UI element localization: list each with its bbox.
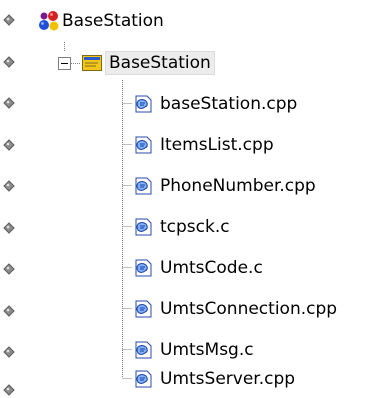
tree-node-label: UmtsMsg.c: [160, 340, 254, 360]
project-workspace-icon: [39, 11, 59, 31]
tree-node-project[interactable]: BaseStation: [58, 46, 215, 80]
source-file-icon: [135, 218, 152, 236]
tree-node-file[interactable]: tcpsck.c: [132, 210, 232, 244]
tree-node-label: baseStation.cpp: [160, 94, 298, 114]
tree-node-file[interactable]: baseStation.cpp: [132, 87, 299, 121]
project-folder-icon: [82, 55, 102, 71]
tree-node-label: UmtsServer.cpp: [160, 369, 296, 389]
tree-node-label: UmtsConnection.cpp: [160, 299, 338, 319]
tree-node-label-selected: BaseStation: [105, 51, 215, 75]
tree-node-file[interactable]: UmtsCode.c: [132, 251, 265, 285]
source-file-icon: [135, 136, 152, 154]
tree-node-label: UmtsCode.c: [160, 258, 263, 278]
source-file-icon: [135, 95, 152, 113]
tree-node-file[interactable]: UmtsServer.cpp: [132, 362, 297, 396]
tree-node-label: BaseStation: [62, 11, 164, 31]
tree-node-file[interactable]: UmtsConnection.cpp: [132, 292, 339, 326]
source-file-icon: [135, 300, 152, 318]
tree-node-label: ItemsList.cpp: [160, 135, 274, 155]
source-file-icon: [135, 259, 152, 277]
source-file-icon: [135, 341, 152, 359]
source-file-icon: [135, 177, 152, 195]
collapse-minus-icon[interactable]: [58, 56, 71, 70]
tree-node-file[interactable]: ItemsList.cpp: [132, 128, 276, 162]
tree-node-root[interactable]: BaseStation: [38, 4, 166, 38]
source-file-icon: [135, 370, 152, 388]
tree-node-label: tcpsck.c: [160, 217, 230, 237]
tree-node-label: PhoneNumber.cpp: [160, 176, 316, 196]
tree-node-file[interactable]: PhoneNumber.cpp: [132, 169, 318, 203]
project-tree-view[interactable]: BaseStation BaseStation baseStation.cpp: [0, 0, 368, 398]
